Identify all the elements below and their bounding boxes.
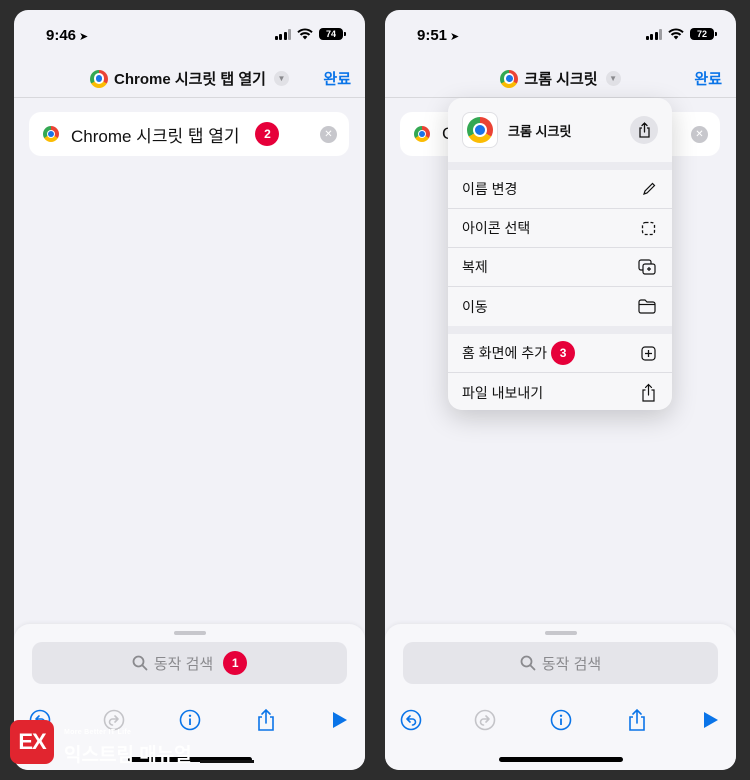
pencil-icon (643, 182, 656, 195)
battery-icon: 74 (319, 28, 346, 40)
menu-group-edit: 이름 변경 아이콘 선택 복제 이동 (448, 170, 672, 326)
play-icon[interactable] (699, 708, 723, 732)
chrome-icon (500, 69, 519, 88)
chevron-down-icon[interactable]: ▼ (605, 71, 621, 86)
wifi-icon (668, 28, 684, 40)
shortcut-context-menu: 크롬 시크릿 이름 변경 아이콘 선택 복제 이동 홈 화면에 추가 3 파일 … (448, 98, 672, 410)
menu-item-duplicate[interactable]: 복제 (448, 248, 672, 287)
menu-item-label: 복제 (462, 259, 488, 275)
location-arrow-icon: ➤ (79, 31, 89, 43)
dashed-square-icon (641, 221, 656, 235)
redo-icon[interactable] (473, 708, 497, 732)
action-sheet: 동작 검색 (385, 624, 736, 770)
step-badge: 3 (551, 341, 576, 365)
navigation-bar: Chrome 시크릿 탭 열기 ▼ 완료 (14, 60, 365, 98)
action-search-field[interactable]: 동작 검색 (403, 642, 718, 684)
right-phone-screen: 9:51➤ 72 크롬 시크릿 ▼ 완료 C ✕ 크롬 시크릿 이름 변경 (385, 10, 736, 770)
brand-tagline: More Better IT Life (64, 729, 132, 736)
nav-title: 크롬 시크릿 (524, 71, 598, 88)
search-icon (520, 655, 536, 671)
share-icon (638, 122, 650, 138)
action-search-field[interactable]: 동작 검색 1 (32, 642, 347, 684)
menu-item-label: 파일 내보내기 (462, 384, 544, 401)
app-icon (462, 112, 498, 148)
menu-share-button[interactable] (630, 116, 658, 144)
brand-watermark: EX More Better IT Life 익스트림 매뉴얼 (0, 712, 300, 780)
share-icon[interactable] (625, 708, 649, 732)
done-button[interactable]: 완료 (694, 68, 722, 89)
chevron-down-icon[interactable]: ▼ (273, 71, 289, 86)
cellular-signal-icon (645, 28, 662, 40)
play-icon[interactable] (328, 708, 352, 732)
status-bar: 9:46 ➤ 74 (14, 10, 365, 60)
chrome-icon (414, 126, 430, 142)
search-placeholder: 동작 검색 (153, 655, 214, 673)
menu-item-label: 이름 변경 (462, 181, 518, 197)
shortcut-title-menu[interactable]: Chrome 시크릿 탭 열기 ▼ (14, 68, 365, 89)
editor-toolbar (385, 702, 736, 738)
clear-icon[interactable]: ✕ (691, 126, 708, 143)
shortcut-name-value: Chrome 시크릿 탭 열기 (71, 126, 240, 146)
nav-title: Chrome 시크릿 탭 열기 (114, 71, 266, 88)
plus-square-icon (641, 345, 656, 361)
shortcut-title-menu[interactable]: 크롬 시크릿 ▼ (385, 68, 736, 89)
step-badge: 1 (223, 651, 248, 675)
done-button[interactable]: 완료 (323, 68, 351, 89)
step-badge: 2 (255, 122, 280, 146)
status-bar: 9:51 ➤ 72 (385, 10, 736, 60)
status-time: 9:46 ➤ (46, 27, 89, 44)
menu-item-move[interactable]: 이동 (448, 287, 672, 326)
search-placeholder: 동작 검색 (541, 655, 602, 673)
clear-icon[interactable]: ✕ (320, 126, 337, 143)
sheet-grabber[interactable] (173, 631, 206, 635)
menu-item-export-file[interactable]: 파일 내보내기 (448, 373, 672, 410)
search-icon (132, 655, 148, 671)
menu-item-add-to-home[interactable]: 홈 화면에 추가 3 (448, 334, 672, 373)
menu-item-label: 홈 화면에 추가 (462, 345, 548, 361)
menu-shortcut-name: 크롬 시크릿 (508, 123, 572, 139)
info-icon[interactable] (549, 708, 573, 732)
menu-item-choose-icon[interactable]: 아이콘 선택 (448, 209, 672, 248)
home-indicator (498, 757, 623, 762)
brand-logo: EX (10, 720, 54, 764)
status-time: 9:51 ➤ (417, 27, 460, 44)
menu-item-label: 이동 (462, 298, 488, 315)
battery-icon: 72 (690, 28, 717, 40)
navigation-bar: 크롬 시크릿 ▼ 완료 (385, 60, 736, 98)
menu-group-share: 홈 화면에 추가 3 파일 내보내기 (448, 334, 672, 410)
folder-icon (638, 299, 656, 314)
brand-name: 익스트림 매뉴얼 (64, 745, 192, 766)
location-arrow-icon: ➤ (450, 31, 460, 43)
share-icon (642, 383, 655, 402)
undo-icon[interactable] (399, 708, 423, 732)
wifi-icon (297, 28, 313, 40)
chrome-icon (43, 126, 59, 142)
sheet-grabber[interactable] (544, 631, 577, 635)
shortcut-name-field[interactable]: Chrome 시크릿 탭 열기 2 ✕ (29, 112, 349, 156)
chrome-icon (467, 117, 493, 143)
cellular-signal-icon (274, 28, 291, 40)
brand-underline (200, 760, 254, 763)
chrome-icon (90, 69, 108, 88)
left-phone-screen: 9:46 ➤ 74 Chrome 시크릿 탭 열기 ▼ 완료 Chrome 시크릿… (14, 10, 365, 770)
duplicate-icon (638, 259, 656, 275)
menu-item-label: 아이콘 선택 (462, 220, 531, 236)
menu-header: 크롬 시크릿 (448, 98, 672, 162)
menu-item-rename[interactable]: 이름 변경 (448, 170, 672, 209)
